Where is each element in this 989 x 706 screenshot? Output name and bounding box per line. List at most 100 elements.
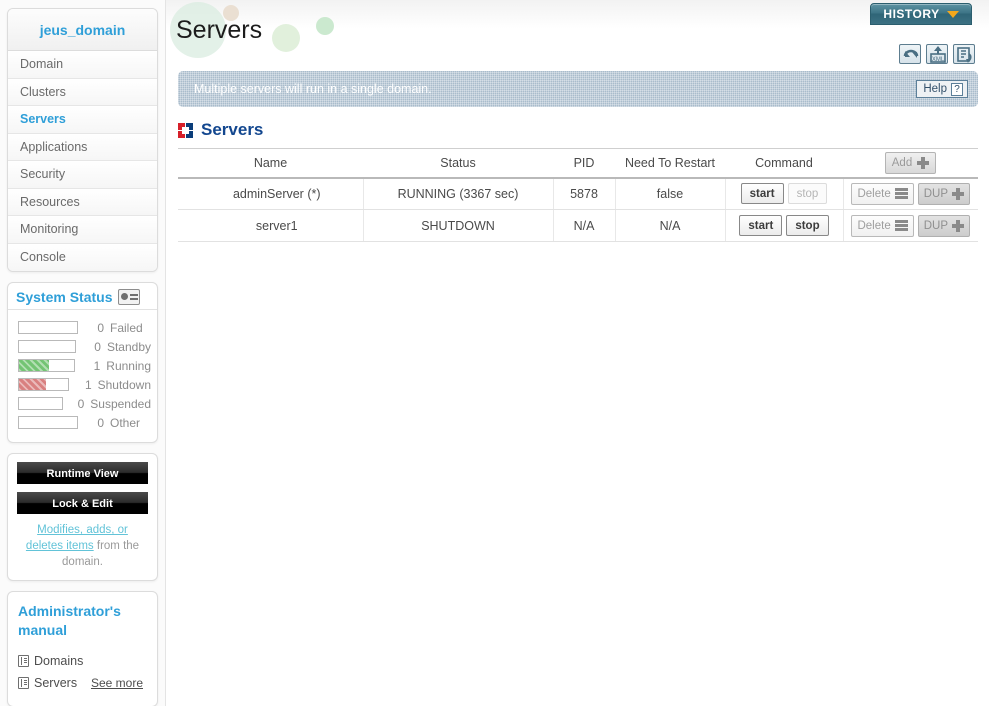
stack-icon [894,187,908,200]
page-header: Servers HISTORY XML [166,0,989,68]
sidebar-item-servers[interactable]: Servers [8,106,157,134]
sidebar-item-clusters[interactable]: Clusters [8,78,157,106]
sidebar-item-monitoring[interactable]: Monitoring [8,216,157,244]
column-header-need-to-restart: Need To Restart [615,148,725,179]
xml-export-icon[interactable]: XML [926,44,948,64]
section-header: Servers [178,120,263,140]
status-bar-fill [19,379,46,390]
status-row: 0 Suspended [18,394,151,413]
start-button[interactable]: start [739,215,783,236]
duplicate-button-label: DUP [923,187,949,200]
table-row: server1 SHUTDOWN N/A N/A start stop Delete DUP [178,209,978,242]
plus-icon [917,156,930,169]
sidebar-item-resources[interactable]: Resources [8,188,157,216]
refresh-icon[interactable] [899,44,921,64]
delete-button[interactable]: Delete [851,214,914,237]
see-more-link[interactable]: See more [91,676,143,690]
pinwheel-icon [178,122,193,138]
servers-table-body: adminServer (*) RUNNING (3367 sec) 5878 fal… [178,177,978,242]
servers-table: Name Status PID Need To Restart Command … [178,148,978,242]
status-label: Standby [106,339,151,354]
duplicate-button[interactable]: DUP [917,214,971,237]
stop-button[interactable]: stop [786,215,829,236]
status-bar-other [18,416,78,429]
column-header-status: Status [363,148,553,179]
cell-command: start stop [725,177,844,210]
cell-status: SHUTDOWN [363,209,554,242]
status-row: 1 Shutdown [18,375,151,394]
svg-text:XML: XML [932,57,945,63]
duplicate-button[interactable]: DUP [917,182,971,205]
status-bar-running [18,359,76,372]
status-bar-shutdown [18,378,69,391]
cell-pid: 5878 [553,177,616,210]
manual-list: Domains Servers See more [18,650,147,694]
plus-icon [952,187,965,200]
status-label: Suspended [90,396,151,411]
monitor-icon[interactable] [118,289,141,305]
sidebar-item-applications[interactable]: Applications [8,133,157,161]
help-button-label: Help [923,83,947,95]
status-count: 1 [84,377,92,392]
column-header-pid: PID [553,148,615,179]
add-button[interactable]: Add [884,151,937,174]
status-label: Running [106,358,151,373]
cell-command: start stop [725,209,844,242]
delete-button-label: Delete [857,219,891,232]
column-header-name: Name [178,148,363,179]
column-header-command: Command [725,148,843,179]
section-title: Servers [201,120,264,139]
page-title: Servers [176,16,263,44]
info-banner-text: Multiple servers will run in a single do… [194,82,432,96]
add-button-label: Add [891,156,913,169]
delete-button-label: Delete [857,187,891,200]
cell-pid: N/A [553,209,616,242]
sidebar-item-domain[interactable]: Domain [8,51,157,79]
action-card: Runtime View Lock & Edit Modifies, adds,… [7,453,158,581]
delete-button[interactable]: Delete [851,182,914,205]
main-content: Servers HISTORY XML Multiple servers wil… [166,0,989,706]
status-bar-failed [18,321,78,334]
status-bar-fill [19,360,50,371]
cell-actions: Delete DUP [843,177,978,210]
system-status-header: System Status [8,283,157,310]
manual-item[interactable]: Domains [18,650,147,672]
start-button[interactable]: start [740,183,784,205]
history-button[interactable]: HISTORY [870,3,972,25]
status-row: 0 Other [18,413,151,432]
status-bar-suspended [18,397,64,410]
status-count: 0 [77,396,85,411]
lock-and-edit-button[interactable]: Lock & Edit [17,492,148,514]
toolbar: XML [899,44,975,64]
status-row: 0 Standby [18,337,151,356]
status-count: 0 [97,415,104,430]
runtime-view-button[interactable]: Runtime View [17,462,148,484]
cell-actions: Delete DUP [843,209,978,242]
book-icon [18,677,29,689]
decoration-circle [316,17,334,35]
system-status-card: System Status 0 Failed 0 Standby 1 Running 1 Sh… [7,282,158,443]
status-count: 0 [97,320,104,335]
administrator-manual-card: Administrator's manual Domains Servers See… [7,591,158,706]
book-icon [18,655,29,667]
question-mark-icon: ? [951,82,963,96]
status-label: Other [110,415,141,430]
help-button[interactable]: Help ? [916,80,968,98]
sidebar-item-security[interactable]: Security [8,161,157,189]
system-status-list: 0 Failed 0 Standby 1 Running 1 Shutdown 0 Suspend… [8,310,157,442]
chevron-down-icon [946,10,959,18]
reload-config-icon[interactable] [953,44,975,64]
column-header-actions: Add [843,148,978,179]
servers-table-wrapper: Name Status PID Need To Restart Command … [178,148,978,242]
status-count: 1 [93,358,101,373]
duplicate-button-label: DUP [923,219,949,232]
status-count: 0 [94,339,101,354]
status-bar-standby [18,340,76,353]
sidebar-item-console[interactable]: Console [8,243,157,271]
stop-button: stop [787,183,828,205]
stack-icon [894,219,908,232]
info-banner: Multiple servers will run in a single do… [178,71,978,107]
status-label: Failed [110,320,143,335]
manual-item[interactable]: Servers See more [18,672,147,694]
status-row: 0 Failed [18,318,151,337]
